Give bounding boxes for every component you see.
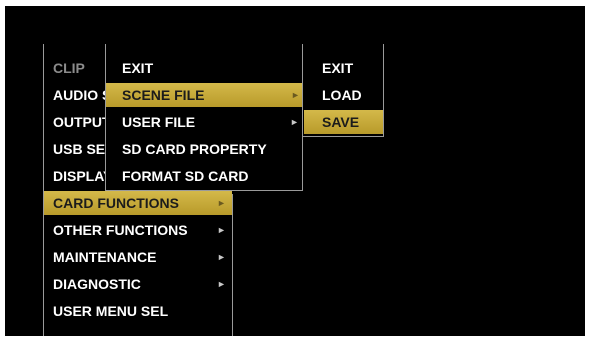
- menu-item-label: USER MENU SEL: [53, 303, 169, 319]
- submenu-item-format-sd-card[interactable]: FORMAT SD CARD: [122, 164, 300, 188]
- menu-item-label: CARD FUNCTIONS: [53, 195, 179, 211]
- submenu-arrow-icon: ►: [291, 90, 300, 100]
- submenu-item-save[interactable]: SAVE: [304, 110, 383, 134]
- submenu-item-label: EXIT: [122, 60, 154, 76]
- submenu-item-label: SCENE FILE: [122, 87, 205, 103]
- submenu-item-label: USER FILE: [122, 114, 196, 130]
- main-menu-right-border: [232, 194, 233, 336]
- submenu-arrow-icon: ►: [290, 117, 299, 127]
- menu-item-card-functions[interactable]: CARD FUNCTIONS ►: [44, 191, 232, 215]
- menu-item-user-menu-sel[interactable]: USER MENU SEL: [53, 299, 231, 323]
- submenu-item-user-file[interactable]: USER FILE ►: [122, 110, 300, 134]
- menu-item-other-functions[interactable]: OTHER FUNCTIONS ►: [53, 218, 231, 242]
- submenu-item-label: LOAD: [322, 87, 362, 103]
- submenu-item-label: SD CARD PROPERTY: [122, 141, 267, 157]
- submenu-item-sd-card-property[interactable]: SD CARD PROPERTY: [122, 137, 300, 161]
- submenu-bottom-border: [105, 190, 303, 191]
- submenu-left-border: [105, 44, 106, 191]
- menu-item-label: CLIP: [53, 60, 85, 76]
- submenu-item-exit[interactable]: EXIT: [122, 56, 300, 80]
- menu-item-label: OTHER FUNCTIONS: [53, 222, 188, 238]
- submenu-item-load[interactable]: LOAD: [322, 83, 382, 107]
- submenu-right-border: [383, 44, 384, 137]
- submenu-arrow-icon: ►: [217, 225, 226, 235]
- menu-item-label: DIAGNOSTIC: [53, 276, 141, 292]
- submenu-item-label: FORMAT SD CARD: [122, 168, 249, 184]
- menu-item-diagnostic[interactable]: DIAGNOSTIC ►: [53, 272, 231, 296]
- camera-menu-screen: CLIP AUDIO SETTINGS OUTPUT SETTINGS USB …: [5, 6, 585, 336]
- submenu-arrow-icon: ►: [217, 252, 226, 262]
- main-menu-left-border: [43, 44, 44, 336]
- menu-item-label: MAINTENANCE: [53, 249, 157, 265]
- submenu-arrow-icon: ►: [217, 279, 226, 289]
- submenu-item-label: SAVE: [322, 114, 360, 130]
- submenu-bottom-border: [303, 136, 384, 137]
- submenu-item-scene-file[interactable]: SCENE FILE ►: [106, 83, 302, 107]
- submenu-item-exit[interactable]: EXIT: [322, 56, 382, 80]
- submenu-item-label: EXIT: [322, 60, 354, 76]
- menu-item-maintenance[interactable]: MAINTENANCE ►: [53, 245, 231, 269]
- scene-file-submenu: EXIT LOAD SAVE: [303, 44, 384, 137]
- card-functions-submenu: EXIT SCENE FILE ► USER FILE ► SD CARD PR…: [105, 44, 303, 191]
- submenu-arrow-icon: ►: [217, 198, 226, 208]
